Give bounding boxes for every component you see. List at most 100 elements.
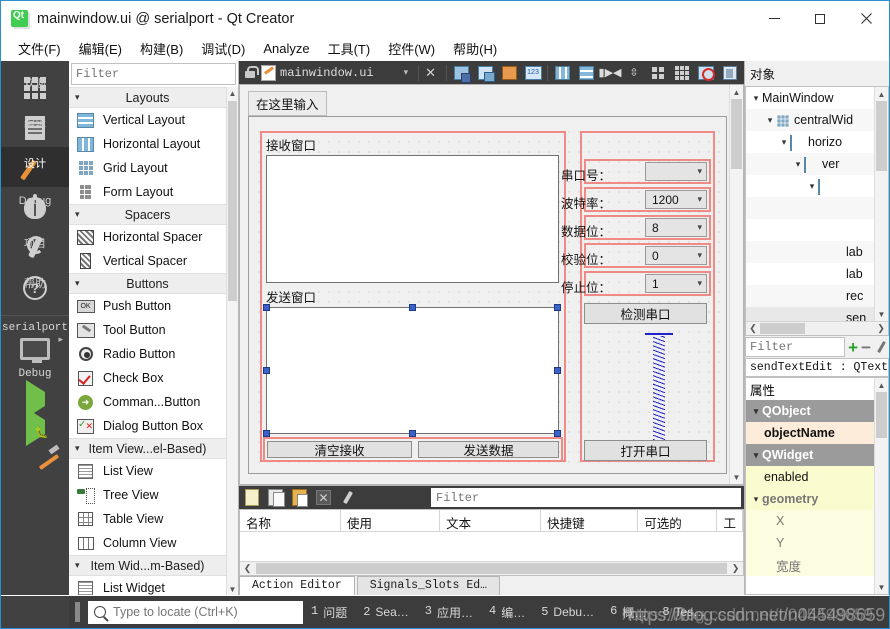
property-group-qwidget[interactable]: ▾ QWidget <box>746 444 888 466</box>
layout-splitter-h-icon[interactable]: ▮▶◀ <box>599 64 622 82</box>
close-button[interactable] <box>843 1 889 36</box>
output-pane-toggle[interactable] <box>75 602 80 622</box>
menu-help[interactable]: 帮助(H) <box>444 36 506 61</box>
chevron-down-icon[interactable]: ▾ <box>750 494 762 505</box>
paste-icon[interactable] <box>292 489 308 507</box>
baud-combo[interactable]: 1200 ▾ <box>645 190 707 209</box>
parity-combo[interactable]: 0 ▾ <box>645 246 707 265</box>
object-tree-hscrollbar[interactable]: ❮ ❯ <box>746 321 888 335</box>
object-tree-vscrollbar[interactable]: ▲ ▼ <box>874 87 888 321</box>
column-used[interactable]: 使用 <box>341 510 441 531</box>
widget-box-filter[interactable] <box>71 63 236 85</box>
unlocked-icon[interactable] <box>243 65 259 80</box>
object-inspector-tree[interactable]: ▾ MainWindow ▾ centralWid ▾ horizo ▾ ver… <box>745 86 889 336</box>
plus-icon[interactable]: + <box>848 339 858 356</box>
action-editor-rows[interactable] <box>240 532 743 561</box>
chevron-down-icon[interactable]: ▾ <box>750 406 762 417</box>
widget-tool-button[interactable]: Tool Button <box>69 318 226 342</box>
menu-type-here-placeholder[interactable]: 在这里输入 <box>248 91 327 116</box>
widget-horizontal-spacer[interactable]: Horizontal Spacer <box>69 225 226 249</box>
action-editor-hscrollbar[interactable]: ❮ ❯ <box>240 561 743 575</box>
minus-icon[interactable]: − <box>861 339 871 356</box>
menu-tools[interactable]: 工具(T) <box>319 36 380 61</box>
widget-push-button[interactable]: OK Push Button <box>69 294 226 318</box>
property-editor-vscrollbar[interactable]: ▲ ▼ <box>874 378 888 594</box>
widget-category-itemviews[interactable]: ▾ Item View...el-Based) <box>69 438 226 459</box>
status-item-overview[interactable]: 6 概… <box>602 604 654 621</box>
property-filter-input[interactable] <box>746 339 845 355</box>
break-layout-remove-icon[interactable] <box>696 64 716 82</box>
designer-vertical-scrollbar[interactable]: ▲ ▼ <box>729 85 743 484</box>
widget-category-layouts[interactable]: ▾ Layouts <box>69 87 226 108</box>
locator[interactable] <box>88 600 303 624</box>
tree-row-send[interactable]: sen <box>746 307 888 321</box>
widget-radio-button[interactable]: Radio Button <box>69 342 226 366</box>
debug-run-button[interactable]: 🐛 <box>25 408 48 446</box>
widget-vertical-spacer[interactable]: Vertical Spacer <box>69 249 226 273</box>
mode-edit[interactable]: 编辑 <box>1 107 69 147</box>
chevron-down-icon[interactable]: ▾ <box>764 115 776 126</box>
layout-splitter-v-icon[interactable]: ⇳ <box>624 64 644 82</box>
column-checkable[interactable]: 可选的 <box>638 510 718 531</box>
tab-action-editor[interactable]: Action Editor <box>239 576 355 595</box>
preview-icon[interactable] <box>720 64 740 82</box>
resize-handle-ml[interactable] <box>263 367 270 374</box>
widget-tree-view[interactable]: Tree View <box>69 483 226 507</box>
open-file-name[interactable]: mainwindow.ui <box>280 66 400 80</box>
scroll-down-icon[interactable]: ▼ <box>875 580 888 594</box>
tree-row-verticallayout[interactable]: ▾ ver <box>746 153 888 175</box>
new-action-icon[interactable] <box>245 489 259 506</box>
tree-row-horizontallayout-2[interactable]: ▾ <box>746 175 888 197</box>
property-enabled[interactable]: enabled <box>746 466 888 488</box>
widget-list-widget[interactable]: List Widget <box>69 576 226 595</box>
property-filter[interactable] <box>745 337 846 357</box>
scroll-up-icon[interactable]: ▲ <box>875 87 888 101</box>
vertical-spacer-item[interactable] <box>645 333 673 443</box>
status-item-compile[interactable]: 4 编… <box>481 604 533 621</box>
send-text-edit[interactable] <box>266 307 559 434</box>
widget-category-itemwidgets[interactable]: ▾ Item Wid...m-Based) <box>69 555 226 576</box>
send-data-button[interactable]: 发送数据 <box>418 441 559 458</box>
scroll-left-icon[interactable]: ❮ <box>746 323 760 334</box>
property-geometry[interactable]: ▾ geometry <box>746 488 888 510</box>
scroll-up-icon[interactable]: ▲ <box>730 85 743 99</box>
minimize-button[interactable] <box>751 1 797 36</box>
maximize-button[interactable] <box>797 1 843 36</box>
widget-category-buttons[interactable]: ▾ Buttons <box>69 273 226 294</box>
menu-edit[interactable]: 编辑(E) <box>70 36 131 61</box>
run-button[interactable] <box>25 380 45 418</box>
property-editor-table[interactable]: 属性 ▾ QObject objectName ▾ QWidget enable… <box>745 377 889 595</box>
break-layout-icon[interactable] <box>451 64 471 83</box>
resize-handle-bl[interactable] <box>263 430 270 437</box>
delete-icon[interactable]: ✕ <box>316 490 331 505</box>
resize-handle-br[interactable] <box>554 430 561 437</box>
scroll-down-icon[interactable]: ▼ <box>875 307 888 321</box>
property-group-qobject[interactable]: ▾ QObject <box>746 400 888 422</box>
tree-row-centralwidget[interactable]: ▾ centralWid <box>746 109 888 131</box>
layout-horizontally-icon[interactable] <box>552 64 572 82</box>
layout-vertically-icon[interactable] <box>576 64 596 82</box>
copy-icon[interactable] <box>268 489 285 507</box>
widget-grid-layout[interactable]: Grid Layout <box>69 156 226 180</box>
status-item-issues[interactable]: 1 问题 <box>303 604 355 621</box>
open-port-button[interactable]: 打开串口 <box>584 440 707 461</box>
status-item-search[interactable]: 2 Sea… <box>355 605 417 619</box>
edit-signals-icon[interactable] <box>499 64 519 82</box>
clear-receive-button[interactable]: 清空接收 <box>267 441 412 458</box>
widget-category-spacers[interactable]: ▾ Spacers <box>69 204 226 225</box>
action-editor-filter[interactable] <box>431 488 741 507</box>
mode-welcome[interactable]: 欢迎 <box>1 67 69 107</box>
scroll-right-icon[interactable]: ❯ <box>728 563 743 574</box>
tree-row-label-1[interactable]: lab <box>746 241 888 263</box>
status-item-testresults[interactable]: 8 Tes… <box>654 605 713 619</box>
scroll-down-icon[interactable]: ▼ <box>227 583 238 595</box>
widget-dialog-button-box[interactable]: Dialog Button Box <box>69 414 226 438</box>
databits-combo[interactable]: 8 ▾ <box>645 218 707 237</box>
widget-table-view[interactable]: Table View <box>69 507 226 531</box>
chevron-down-icon[interactable]: ▾ <box>750 93 762 104</box>
widget-form-layout[interactable]: Form Layout <box>69 180 226 204</box>
widget-list-view[interactable]: List View <box>69 459 226 483</box>
tree-row-label-2[interactable]: lab <box>746 263 888 285</box>
resize-handle-tl[interactable] <box>263 304 270 311</box>
chevron-down-icon[interactable]: ▾ <box>806 181 818 192</box>
